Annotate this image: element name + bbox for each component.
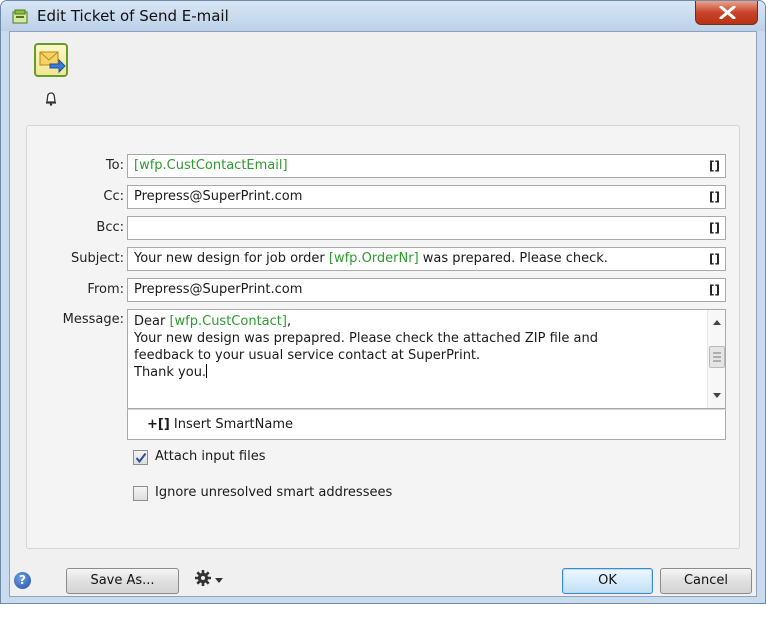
from-field[interactable]: Prepress@SuperPrint.com [] <box>127 278 726 302</box>
close-icon <box>719 6 736 19</box>
cc-value: Prepress@SuperPrint.com <box>134 189 303 204</box>
checkmark-icon <box>135 452 147 464</box>
subject-text-end: was prepared. Please check. <box>418 251 608 266</box>
message-line-3: feedback to your usual service contact a… <box>134 348 481 363</box>
message-body: Dear [wfp.CustContact], Your new design … <box>134 313 704 381</box>
subject-label: Subject: <box>71 251 124 266</box>
cancel-button[interactable]: Cancel <box>660 568 752 594</box>
insert-smartname-icon: +[] <box>147 417 170 432</box>
gear-icon[interactable] <box>194 569 212 591</box>
message-line-4: Thank you. <box>134 364 704 381</box>
attach-files-checkbox[interactable] <box>133 450 148 465</box>
message-greeting-end: , <box>286 314 292 329</box>
chevron-down-icon[interactable] <box>215 578 223 583</box>
subject-text-start: Your new design for job order <box>134 251 329 266</box>
ignore-unresolved-label: Ignore unresolved smart addressees <box>155 485 393 500</box>
title-bar: Edit Ticket of Send E-mail <box>1 1 765 31</box>
insert-smartname-button[interactable]: +[] Insert SmartName <box>147 417 293 432</box>
email-fields-panel: To: [wfp.CustContactEmail] [] Cc: Prepre… <box>26 125 740 549</box>
cc-smartname-bracket[interactable]: [] <box>709 186 720 208</box>
close-button[interactable] <box>695 1 758 25</box>
bcc-field[interactable]: [] <box>127 216 726 240</box>
to-label: To: <box>105 158 124 173</box>
from-label: From: <box>87 282 124 297</box>
bcc-label: Bcc: <box>96 220 124 235</box>
to-smartname: [wfp.CustContactEmail] <box>134 158 288 173</box>
ticket-icon <box>12 9 28 24</box>
window-title: Edit Ticket of Send E-mail <box>37 7 229 25</box>
to-smartname-bracket[interactable]: [] <box>709 155 720 177</box>
from-smartname-bracket[interactable]: [] <box>709 279 720 301</box>
message-smartname: [wfp.CustContact] <box>169 314 287 329</box>
message-line-1: Dear [wfp.CustContact], <box>134 313 704 330</box>
message-greeting: Dear <box>134 314 170 329</box>
cc-label: Cc: <box>103 189 124 204</box>
insert-smartname-bar: +[] Insert SmartName <box>127 409 726 440</box>
message-textarea[interactable]: Dear [wfp.CustContact], Your new design … <box>127 309 726 409</box>
message-line-4-text: Thank you. <box>134 365 207 380</box>
help-icon[interactable]: ? <box>14 572 31 589</box>
insert-smartname-label: Insert SmartName <box>169 417 294 432</box>
subject-smartname: [wfp.OrderNr] <box>328 251 419 266</box>
email-send-icon[interactable] <box>34 43 68 77</box>
bell-icon[interactable] <box>44 92 58 110</box>
ok-button[interactable]: OK <box>562 568 653 594</box>
scroll-thumb[interactable] <box>709 346 725 368</box>
from-value: Prepress@SuperPrint.com <box>134 282 303 297</box>
message-line-2: Your new design was prepapred. Please ch… <box>134 331 598 346</box>
subject-field[interactable]: Your new design for job order [wfp.Order… <box>127 247 726 271</box>
text-caret <box>206 364 208 378</box>
ignore-unresolved-checkbox[interactable] <box>133 486 148 501</box>
message-scrollbar[interactable] <box>707 310 725 408</box>
bcc-smartname-bracket[interactable]: [] <box>709 217 720 239</box>
scroll-up-arrow-icon[interactable] <box>709 316 725 330</box>
scroll-down-arrow-icon[interactable] <box>709 388 725 402</box>
save-as-button[interactable]: Save As... <box>66 568 179 594</box>
cc-field[interactable]: Prepress@SuperPrint.com [] <box>127 185 726 209</box>
subject-smartname-bracket[interactable]: [] <box>709 248 720 270</box>
message-label: Message: <box>62 312 124 327</box>
attach-files-label: Attach input files <box>155 449 266 464</box>
to-field[interactable]: [wfp.CustContactEmail] [] <box>127 154 726 178</box>
